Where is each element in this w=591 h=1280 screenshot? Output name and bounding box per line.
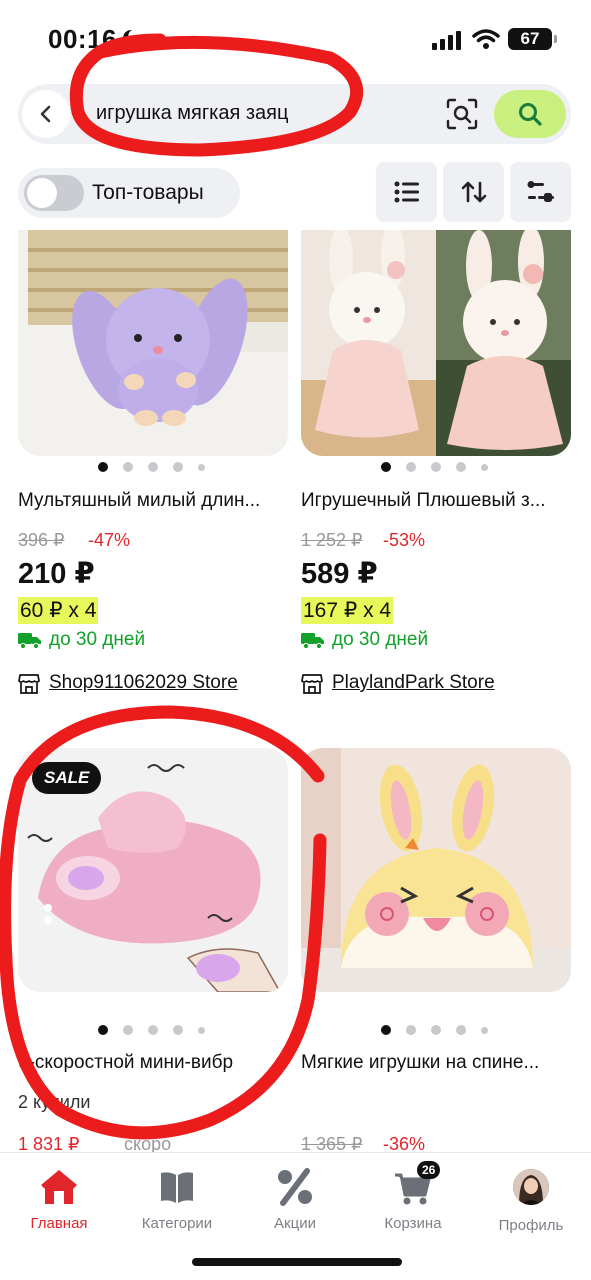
product-card[interactable]: SALE 9-скоростной мини-вибр 2 купили 1 8… <box>18 748 288 1154</box>
image-carousel-dots <box>381 462 488 472</box>
sort-button[interactable] <box>443 162 504 222</box>
store-icon <box>301 674 323 694</box>
product-card[interactable]: Игрушечный Плюшевый з... 1 252 ₽ -53% 58… <box>301 230 571 694</box>
tab-profile[interactable]: Профиль <box>476 1167 586 1234</box>
search-bar: игрушка мягкая заяц <box>18 84 571 144</box>
product-price: 210 ₽ <box>18 558 95 590</box>
old-price: 396 ₽ <box>18 530 65 550</box>
search-input[interactable]: игрушка мягкая заяц <box>96 102 288 125</box>
image-carousel-dots <box>98 1025 205 1035</box>
list-view-button[interactable] <box>376 162 437 222</box>
cart-count-badge: 26 <box>417 1161 441 1179</box>
cart-icon: 26 <box>393 1161 441 1207</box>
installment-price: 60 ₽ x 4 <box>18 597 99 624</box>
top-products-toggle[interactable]: Топ-товары <box>18 168 240 218</box>
tab-label: Главная <box>30 1215 88 1232</box>
avatar <box>511 1169 551 1209</box>
product-card[interactable]: Мультяшный милый длин... 396 ₽ -47% 210 … <box>18 230 288 694</box>
filter-sliders-icon <box>527 181 554 202</box>
battery-tip <box>554 35 557 43</box>
discount-badge: -53% <box>383 530 426 550</box>
tab-promotions[interactable]: Акции <box>240 1167 350 1232</box>
product-price: 589 ₽ <box>301 558 378 590</box>
store-link[interactable]: Shop911062029 Store <box>49 672 238 694</box>
product-title[interactable]: Игрушечный Плюшевый з... <box>301 490 571 512</box>
search-button[interactable] <box>494 90 566 138</box>
top-products-label: Топ-товары <box>92 181 204 204</box>
sort-icon <box>461 181 486 203</box>
search-icon <box>519 103 542 126</box>
wifi-icon <box>472 29 500 49</box>
old-price: 1 252 ₽ <box>301 530 363 550</box>
product-title[interactable]: 9-скоростной мини-вибр <box>18 1052 268 1074</box>
product-image[interactable] <box>301 230 571 456</box>
plush-bunny-purple-image <box>18 230 288 456</box>
discount-badge: -47% <box>88 530 131 550</box>
tab-label: Корзина <box>384 1215 442 1232</box>
sold-count: 2 купили <box>18 1092 91 1112</box>
product-image[interactable]: SALE <box>18 748 288 992</box>
home-icon <box>39 1167 79 1207</box>
home-indicator <box>192 1258 402 1266</box>
delivery-truck-icon <box>301 633 324 649</box>
chevron-left-icon <box>40 105 51 123</box>
moon-icon <box>123 29 138 46</box>
store-link[interactable]: PlaylandPark Store <box>332 672 495 694</box>
image-carousel-dots <box>98 462 205 472</box>
signal-icon <box>432 31 461 50</box>
plush-bunny-dress-image <box>301 230 571 456</box>
plush-bunny-pillow-image <box>301 748 571 992</box>
filter-button[interactable] <box>510 162 571 222</box>
delivery-truck-icon <box>18 633 41 649</box>
product-title[interactable]: Мультяшный милый длин... <box>18 490 288 512</box>
store-icon <box>18 674 40 694</box>
tab-label: Профиль <box>498 1217 564 1234</box>
tab-label: Категории <box>141 1215 213 1232</box>
tab-home[interactable]: Главная <box>4 1167 114 1232</box>
toggle-knob <box>27 178 57 208</box>
toggle-switch[interactable] <box>24 175 84 211</box>
back-button[interactable] <box>22 90 70 138</box>
product-title[interactable]: Мягкие игрушки на спине... <box>301 1052 571 1074</box>
list-icon <box>394 181 419 203</box>
product-image[interactable] <box>301 748 571 992</box>
percent-icon <box>275 1167 315 1207</box>
installment-price: 167 ₽ x 4 <box>301 597 394 624</box>
tab-cart[interactable]: 26 Корзина <box>358 1161 468 1232</box>
delivery-time: до 30 дней <box>332 629 429 650</box>
book-icon <box>157 1167 197 1207</box>
delivery-time: до 30 дней <box>49 629 146 650</box>
tab-categories[interactable]: Категории <box>122 1167 232 1232</box>
sale-badge: SALE <box>32 762 102 794</box>
battery-indicator: 67 <box>508 28 552 50</box>
image-search-icon[interactable] <box>444 96 480 132</box>
tab-label: Акции <box>274 1215 316 1232</box>
status-bar: 00:16 67 <box>0 0 591 80</box>
status-time: 00:16 <box>48 24 117 54</box>
product-image[interactable] <box>18 230 288 456</box>
image-carousel-dots <box>381 1025 488 1035</box>
product-card[interactable]: Мягкие игрушки на спине... 1 365 ₽ -36% <box>301 748 571 1154</box>
